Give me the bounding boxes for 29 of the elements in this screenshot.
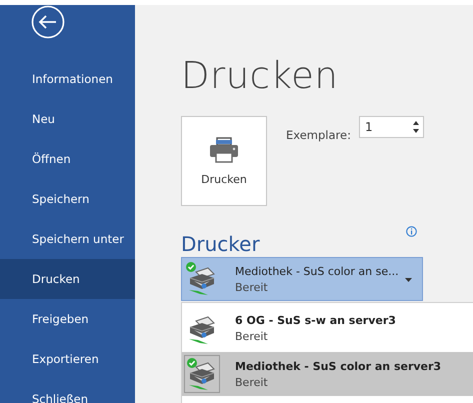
copies-spinner[interactable]: 1 (358, 116, 424, 138)
printer-dropdown[interactable]: Mediothek - SuS color an se... Bereit (181, 257, 423, 301)
info-icon[interactable] (406, 226, 417, 237)
printer-status: Bereit (235, 280, 269, 294)
sidebar-item[interactable]: Öffnen (0, 139, 135, 179)
section-heading: Drucker (181, 232, 260, 256)
printer-status: Bereit (235, 376, 269, 388)
printer-name: Mediothek - SuS color an server3 (235, 360, 442, 372)
printer-icon (209, 136, 239, 162)
caret-icon (405, 276, 412, 282)
up-arrow-icon[interactable] (412, 121, 419, 125)
sidebar-item[interactable]: Exportieren (0, 339, 135, 379)
print-button[interactable]: Drucken (181, 116, 267, 206)
sidebar-item[interactable]: Neu (0, 99, 135, 139)
back-button[interactable] (31, 5, 65, 39)
sidebar-item[interactable]: Drucken (0, 259, 135, 299)
sidebar-item[interactable]: Speichern (0, 179, 135, 219)
sidebar-item[interactable]: Freigeben (0, 299, 135, 339)
sidebar-item[interactable]: Speichern unter (0, 219, 135, 259)
printer-status: Bereit (235, 330, 269, 342)
sidebar-item[interactable]: Schließen (0, 379, 135, 403)
sidebar-item[interactable]: Informationen (0, 59, 135, 99)
page-title: Drucken (181, 53, 340, 99)
printer-option[interactable]: Mediothek - SuS color an server3 Bereit (182, 352, 473, 396)
printer-name: Mediothek - SuS color an se... (235, 264, 400, 278)
copies-label: Exemplare: (286, 128, 351, 142)
down-arrow-icon[interactable] (412, 129, 419, 133)
printer-option[interactable]: 6 OG - SuS s-w an server3 Bereit (182, 306, 473, 350)
printer-name: 6 OG - SuS s-w an server3 (235, 314, 397, 326)
